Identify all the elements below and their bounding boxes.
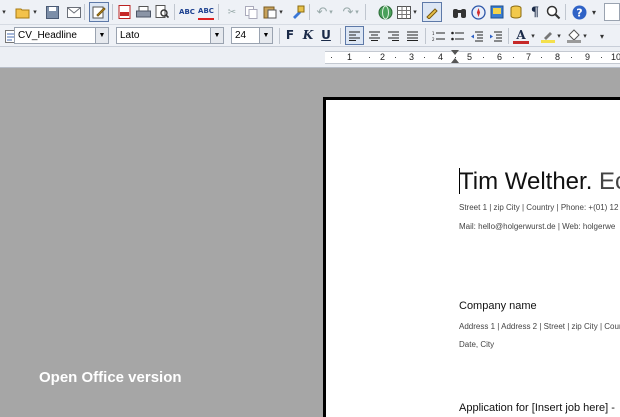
horizontal-ruler[interactable]: 1 2 3 4 5 6 7 8 9 10 xyxy=(0,47,620,68)
standard-toolbar: ▾ ▾ ABC ABC ✂ ▾ ↶ ▾ ↷ ▾ ▾ ¶ ? ▾ xyxy=(0,0,620,25)
align-center-button[interactable] xyxy=(366,28,382,44)
undo-dropdown-arrow-icon[interactable]: ▾ xyxy=(328,4,334,20)
bold-button[interactable]: F xyxy=(282,27,298,44)
justify-button[interactable] xyxy=(404,28,420,44)
paste-dropdown-arrow-icon[interactable]: ▾ xyxy=(278,4,284,20)
print-preview-icon[interactable] xyxy=(154,4,170,20)
data-sources-icon[interactable] xyxy=(508,4,524,20)
font-name-select[interactable]: Lato ▼ xyxy=(116,27,224,44)
navigator-icon[interactable] xyxy=(470,4,486,20)
ruler-number: 8 xyxy=(555,52,561,62)
svg-text:2: 2 xyxy=(432,37,435,42)
font-color-icon[interactable]: A xyxy=(513,28,529,44)
background-color-icon[interactable] xyxy=(566,28,582,44)
redo-dropdown-arrow-icon[interactable]: ▾ xyxy=(354,4,360,20)
cut-icon[interactable]: ✂ xyxy=(224,4,240,20)
bullets-icon[interactable] xyxy=(449,28,465,44)
clone-formatting-icon[interactable] xyxy=(290,4,306,20)
headline-extra: Ec xyxy=(599,168,620,195)
ruler-number: 4 xyxy=(438,52,444,62)
spellcheck-icon[interactable]: ABC xyxy=(179,4,195,20)
ruler-number: 10 xyxy=(611,52,620,62)
save-icon[interactable] xyxy=(44,4,60,20)
find-replace-icon[interactable] xyxy=(451,4,467,20)
highlighting-dropdown-arrow-icon[interactable]: ▾ xyxy=(556,28,562,44)
print-icon[interactable] xyxy=(135,4,151,20)
autospellcheck-icon[interactable]: ABC xyxy=(198,4,214,20)
address-line[interactable]: Street 1 | zip City | Country | Phone: +… xyxy=(459,203,618,212)
application-line[interactable]: Application for [Insert job here] - xyxy=(459,402,615,414)
export-pdf-icon[interactable] xyxy=(116,4,132,20)
open-dropdown-arrow-icon[interactable]: ▾ xyxy=(32,4,38,20)
chevron-down-icon[interactable]: ▼ xyxy=(210,28,223,43)
copy-icon[interactable] xyxy=(243,4,259,20)
font-color-dropdown-arrow-icon[interactable]: ▾ xyxy=(530,28,536,44)
ruler-number: 7 xyxy=(526,52,532,62)
align-right-button[interactable] xyxy=(385,28,401,44)
ruler-number: 3 xyxy=(409,52,415,62)
background-color-dropdown-arrow-icon[interactable]: ▾ xyxy=(582,28,588,44)
cv-headline[interactable]: Tim Welther. Ec xyxy=(459,168,620,196)
ruler-strip: 1 2 3 4 5 6 7 8 9 10 xyxy=(325,51,620,64)
document-page[interactable]: Tim Welther. Ec Street 1 | zip City | Co… xyxy=(323,97,620,417)
zoom-icon[interactable] xyxy=(545,4,561,20)
headline-name: Tim Welther. xyxy=(459,168,593,195)
font-size-select[interactable]: 24 ▼ xyxy=(231,27,273,44)
chevron-down-icon[interactable]: ▼ xyxy=(259,28,272,43)
indent-marker-bottom-icon[interactable] xyxy=(451,58,459,63)
svg-text:?: ? xyxy=(576,6,582,19)
font-size-value: 24 xyxy=(235,30,247,41)
paragraph-style-select[interactable]: CV_Headline ▼ xyxy=(14,27,109,44)
open-folder-icon[interactable] xyxy=(14,4,30,20)
paste-icon[interactable] xyxy=(262,4,278,20)
italic-button[interactable]: K xyxy=(300,27,316,44)
version-caption: Open Office version xyxy=(39,369,182,386)
indent-marker-icon[interactable] xyxy=(451,50,459,55)
toolbar-options-icon[interactable]: ▾ xyxy=(598,28,606,44)
gallery-icon[interactable] xyxy=(489,4,505,20)
ruler-number: 5 xyxy=(467,52,473,62)
edit-mode-icon[interactable] xyxy=(89,2,109,22)
svg-text:1: 1 xyxy=(432,31,435,36)
paragraph-style-value: CV_Headline xyxy=(18,30,77,41)
font-name-value: Lato xyxy=(120,30,140,41)
toolbar-options-icon[interactable]: ▾ xyxy=(590,4,598,20)
ruler-number: 6 xyxy=(497,52,503,62)
hyperlink-icon[interactable] xyxy=(377,4,393,20)
draw-functions-icon[interactable] xyxy=(422,2,442,22)
increase-indent-icon[interactable] xyxy=(487,28,503,44)
find-field[interactable] xyxy=(604,3,620,21)
date-line[interactable]: Date, City xyxy=(459,340,494,349)
table-dropdown-arrow-icon[interactable]: ▾ xyxy=(412,4,418,20)
table-icon[interactable] xyxy=(396,4,412,20)
company-address[interactable]: Address 1 | Address 2 | Street | zip Cit… xyxy=(459,322,620,331)
numbering-icon[interactable]: 12 xyxy=(430,28,446,44)
contact-line[interactable]: Mail: hello@holgerwurst.de | Web: holger… xyxy=(459,222,615,231)
new-dropdown-arrow-icon[interactable]: ▾ xyxy=(0,4,8,20)
ruler-number: 1 xyxy=(347,52,353,62)
underline-button[interactable]: U xyxy=(318,27,334,44)
email-icon[interactable] xyxy=(66,4,82,20)
chevron-down-icon[interactable]: ▼ xyxy=(95,28,108,43)
nonprinting-characters-icon[interactable]: ¶ xyxy=(527,4,543,20)
align-left-button[interactable] xyxy=(345,26,364,45)
highlighting-icon[interactable] xyxy=(540,28,556,44)
company-name[interactable]: Company name xyxy=(459,300,537,312)
ruler-number: 2 xyxy=(380,52,386,62)
help-icon[interactable]: ? xyxy=(571,4,587,20)
formatting-toolbar: CV_Headline ▼ Lato ▼ 24 ▼ F K U 12 A ▾ ▾ xyxy=(0,25,620,47)
decrease-indent-icon[interactable] xyxy=(468,28,484,44)
ruler-number: 9 xyxy=(585,52,591,62)
